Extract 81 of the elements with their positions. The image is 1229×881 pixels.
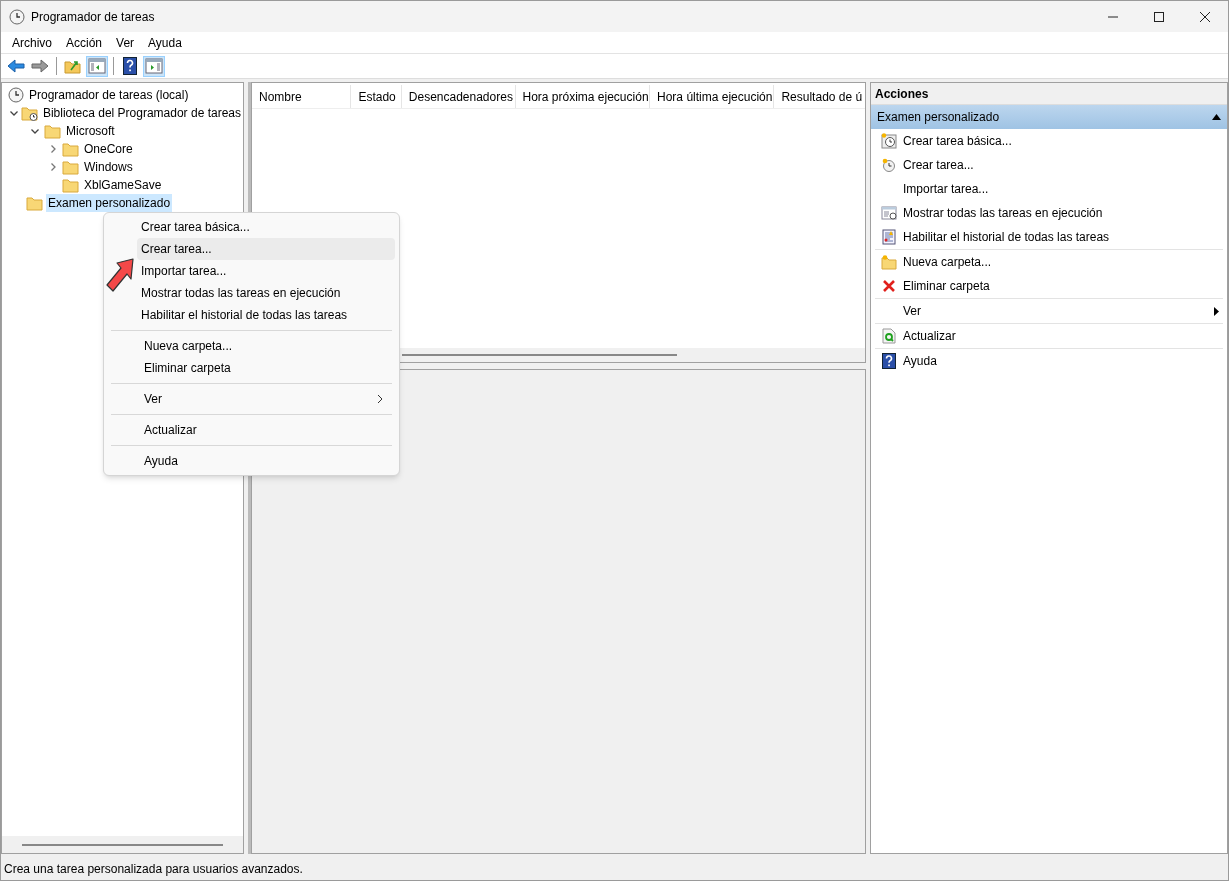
maximize-icon — [1154, 11, 1164, 22]
action-item[interactable]: Eliminar carpeta — [875, 274, 1223, 298]
context-menu-item[interactable]: Actualizar — [140, 419, 395, 441]
action-label: Ayuda — [903, 353, 937, 370]
menu-item[interactable]: Ayuda — [141, 33, 189, 52]
menu-item[interactable]: Archivo — [5, 33, 59, 52]
close-icon — [1200, 11, 1210, 22]
section-title: Examen personalizado — [877, 109, 1000, 126]
collapse-icon[interactable] — [1212, 114, 1221, 120]
context-menu-item[interactable]: Crear tarea básica... — [137, 216, 395, 238]
action-item[interactable]: Crear tarea... — [875, 153, 1223, 177]
folder-icon — [62, 141, 79, 157]
log-icon — [881, 229, 897, 245]
folder-clock-icon — [20, 105, 38, 121]
action-label: Importar tarea... — [903, 181, 989, 198]
action-item[interactable]: Nueva carpeta... — [875, 250, 1223, 274]
tree-item[interactable]: Programador de tareas (local) — [27, 86, 191, 104]
help-icon — [882, 353, 896, 369]
context-menu-item[interactable]: Habilitar el historial de todas las tareas — [137, 304, 395, 326]
tree-item[interactable]: Biblioteca del Programador de tareas — [40, 104, 243, 122]
action-item[interactable]: Habilitar el historial de todas las tareas — [875, 225, 1223, 249]
tree-item[interactable]: Windows — [82, 158, 135, 176]
context-menu-item[interactable]: Ayuda — [140, 450, 395, 472]
folder-icon — [44, 123, 61, 139]
submenu-arrow-icon — [1214, 306, 1219, 316]
column-header[interactable]: Nombre — [252, 85, 352, 108]
folder-icon — [26, 195, 43, 211]
menu-item[interactable]: Acción — [59, 33, 110, 52]
folder-up-icon — [64, 58, 82, 74]
action-item[interactable]: Crear tarea básica... — [875, 129, 1223, 153]
clock-icon — [8, 87, 24, 103]
action-label: Crear tarea básica... — [903, 133, 1012, 150]
action-label: Mostrar todas las tareas en ejecución — [903, 205, 1103, 222]
action-label: Ver — [903, 303, 921, 320]
scrollbar[interactable] — [402, 354, 677, 356]
tree-item[interactable]: Microsoft — [64, 122, 117, 140]
tree-item[interactable]: OneCore — [82, 140, 135, 158]
folder-icon — [881, 254, 897, 270]
context-menu-item[interactable]: Nueva carpeta... — [140, 335, 395, 357]
status-text: Crea una tarea personalizada para usuarios avanzados. — [4, 861, 303, 878]
context-menu-item[interactable]: Eliminar carpeta — [140, 357, 395, 379]
calendar-clock-icon — [881, 133, 897, 149]
action-item[interactable]: Mostrar todas las tareas en ejecución — [875, 201, 1223, 225]
app-clock-icon — [9, 8, 25, 25]
context-menu-item[interactable]: Crear tarea... — [137, 238, 395, 260]
refresh-icon — [882, 328, 896, 344]
column-header[interactable]: Estado — [351, 85, 402, 108]
column-header[interactable]: Resultado de ú — [774, 85, 865, 108]
list-clock-icon — [881, 205, 897, 221]
action-item[interactable]: Importar tarea... — [875, 177, 1223, 201]
delete-icon — [882, 279, 896, 293]
column-header[interactable]: Desencadenadores — [401, 85, 516, 108]
action-item[interactable]: Ver — [875, 299, 1223, 323]
window-title: Programador de tareas — [31, 8, 155, 26]
forward-arrow-icon — [31, 59, 49, 73]
clock-icon — [881, 157, 897, 173]
action-item[interactable]: Actualizar — [875, 324, 1223, 348]
section-header[interactable]: Examen personalizado — [871, 105, 1227, 129]
menu-item[interactable]: Ver — [109, 33, 142, 52]
context-menu-item[interactable]: Mostrar todas las tareas en ejecución — [137, 282, 395, 304]
pane-left-icon — [88, 58, 106, 74]
action-label: Nueva carpeta... — [903, 254, 992, 271]
action-label: Eliminar carpeta — [903, 278, 990, 295]
pane-right-icon — [145, 58, 163, 74]
column-header[interactable]: Hora próxima ejecución — [515, 85, 651, 108]
chevron-icon[interactable] — [9, 108, 20, 118]
scrollbar[interactable] — [22, 843, 223, 846]
action-item[interactable]: Ayuda — [875, 349, 1223, 373]
chevron-icon — [377, 394, 383, 404]
context-menu-item[interactable]: Importar tarea... — [137, 260, 395, 282]
action-label: Crear tarea... — [903, 157, 974, 174]
pane-title: Acciones — [871, 83, 1227, 105]
column-header[interactable]: Hora última ejecución — [650, 85, 775, 108]
action-label: Habilitar el historial de todas las tareas — [903, 229, 1110, 246]
back-arrow-icon — [7, 59, 25, 73]
folder-icon — [62, 159, 79, 175]
tree-item[interactable]: Examen personalizado — [46, 194, 173, 212]
tree-item[interactable]: XblGameSave — [82, 176, 164, 194]
context-menu-item[interactable]: Ver — [140, 388, 395, 410]
help-icon — [123, 57, 137, 75]
action-label: Actualizar — [903, 328, 956, 345]
